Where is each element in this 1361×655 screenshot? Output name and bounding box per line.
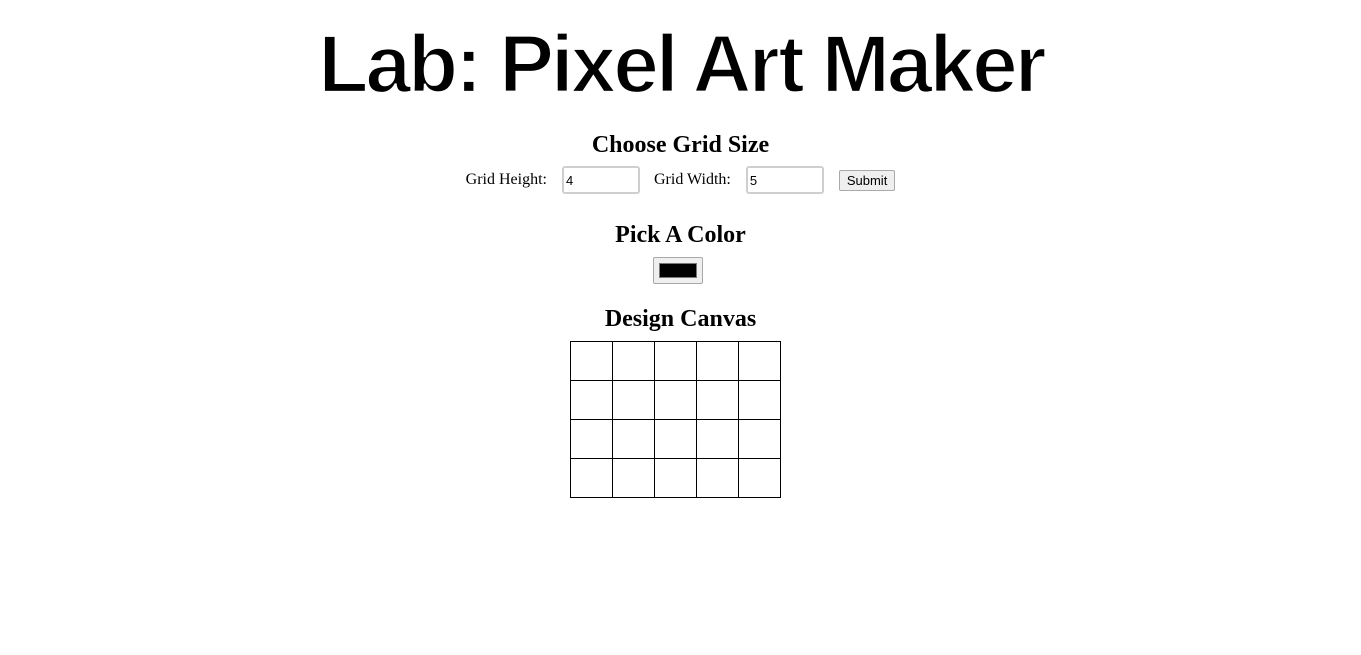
grid-height-label: Grid Height: [465, 171, 547, 188]
canvas-cell[interactable] [612, 380, 655, 420]
color-swatch [659, 263, 697, 278]
canvas-row [570, 341, 781, 381]
canvas-cell[interactable] [654, 419, 697, 459]
design-canvas-heading: Design Canvas [604, 306, 757, 332]
canvas-cell[interactable] [696, 341, 739, 381]
canvas-row [570, 380, 781, 420]
title-logo: Lab: Pixel Art Maker Lab: Pixel Art Make… [317, 18, 1050, 111]
grid-width-input[interactable] [745, 166, 824, 194]
canvas-cell[interactable] [696, 419, 739, 459]
pick-color-heading: Pick A Color [615, 222, 746, 248]
canvas-cell[interactable] [570, 419, 613, 459]
page-title: Lab: Pixel Art Maker Lab: Pixel Art Make… [0, 18, 1361, 112]
canvas-cell[interactable] [696, 458, 739, 498]
canvas-cell[interactable] [570, 380, 613, 420]
canvas-cell[interactable] [696, 380, 739, 420]
canvas-cell[interactable] [654, 341, 697, 381]
grid-width-label: Grid Width: [654, 171, 731, 188]
canvas-row [570, 458, 781, 498]
canvas-cell[interactable] [570, 458, 613, 498]
canvas-cell[interactable] [738, 341, 781, 381]
page: Lab: Pixel Art Maker Lab: Pixel Art Make… [0, 0, 1361, 655]
canvas-cell[interactable] [738, 419, 781, 459]
canvas-row [570, 419, 781, 459]
pixel-canvas [570, 341, 781, 498]
canvas-cell[interactable] [738, 380, 781, 420]
size-form: Grid Height: Grid Width: Submit [0, 166, 1361, 194]
grid-height-input[interactable] [562, 166, 640, 194]
canvas-cell[interactable] [738, 458, 781, 498]
canvas-cell[interactable] [612, 419, 655, 459]
submit-button[interactable]: Submit [838, 169, 896, 191]
canvas-cell[interactable] [654, 458, 697, 498]
canvas-cell[interactable] [654, 380, 697, 420]
color-picker[interactable] [653, 257, 703, 284]
canvas-cell[interactable] [612, 341, 655, 381]
title-inline-stroke: Lab: Pixel Art Maker [318, 19, 1045, 110]
grid-size-heading: Choose Grid Size [591, 132, 770, 158]
canvas-cell[interactable] [570, 341, 613, 381]
canvas-cell[interactable] [612, 458, 655, 498]
